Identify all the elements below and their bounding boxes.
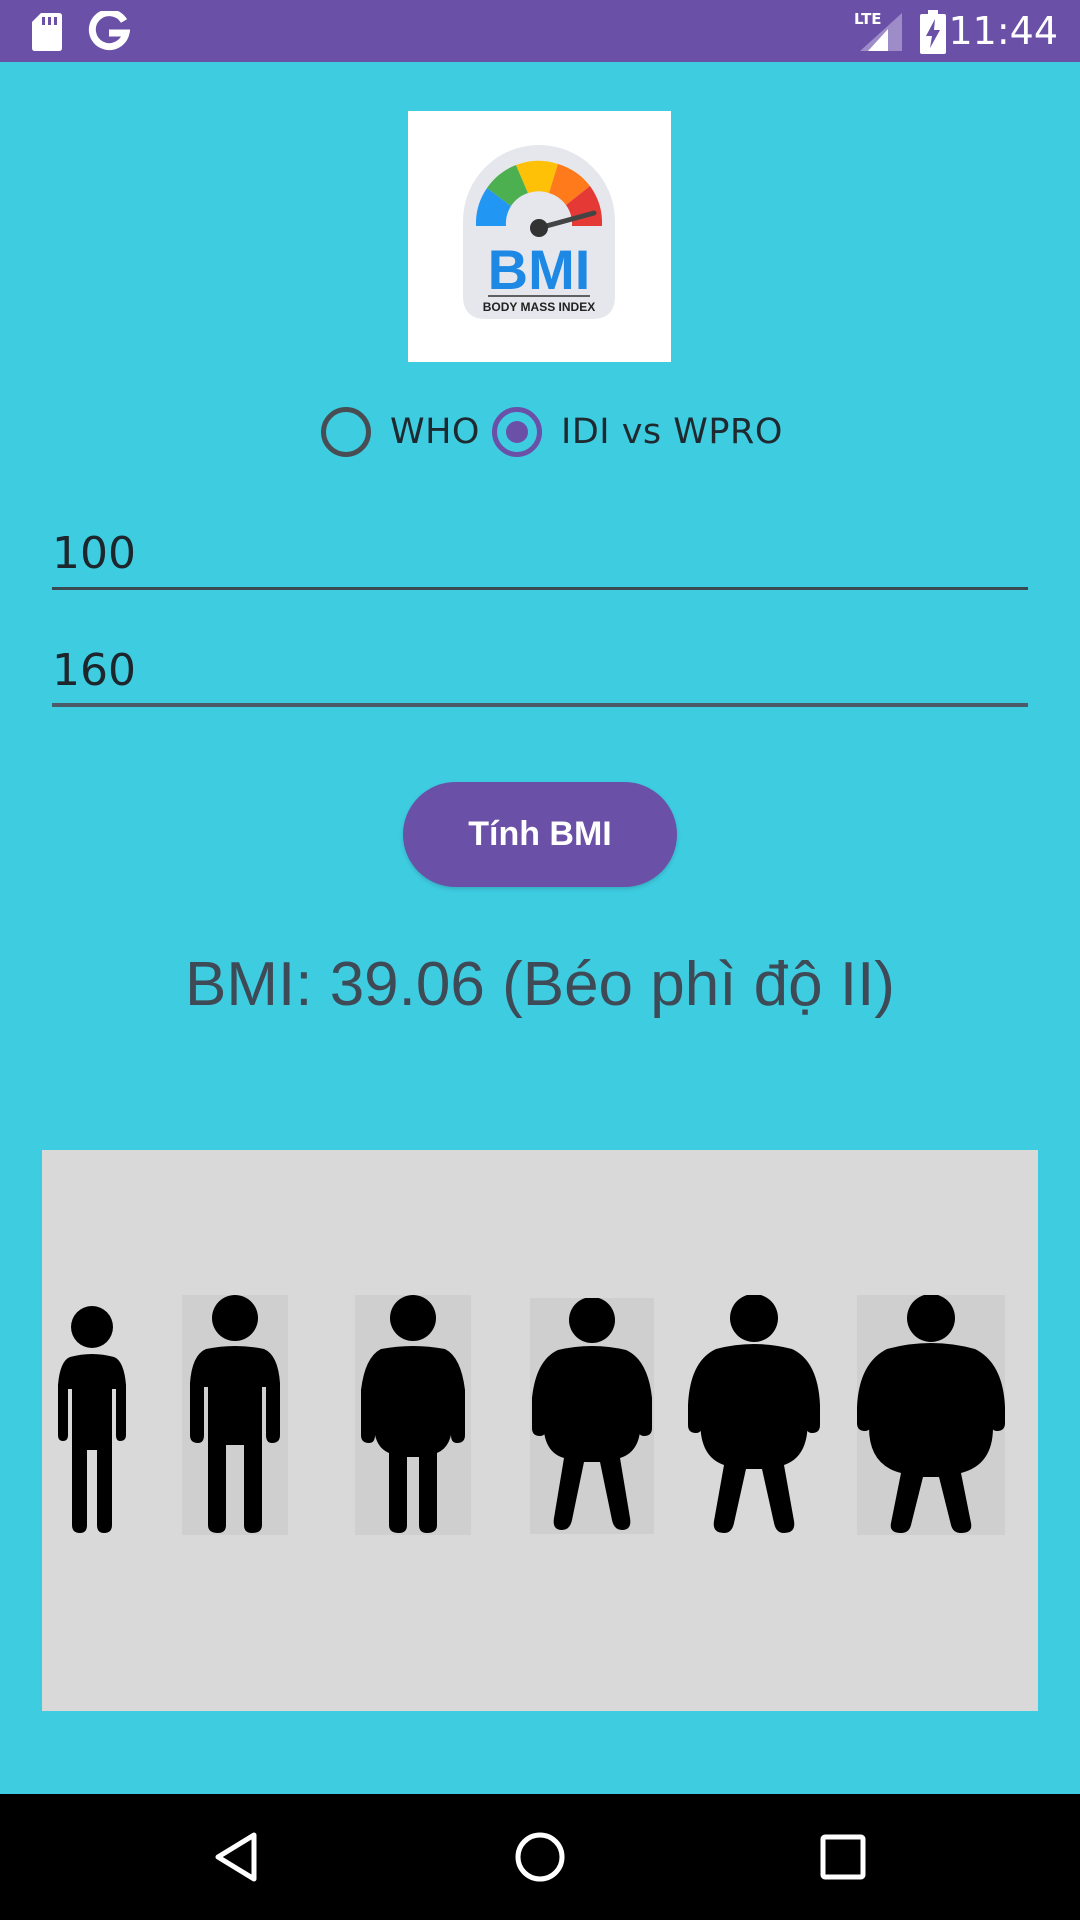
sd-card-icon [32,13,62,51]
bmi-figures-image [42,1150,1038,1711]
bmi-logo: BMI BODY MASS INDEX [408,111,671,362]
radio-idi-wpro[interactable]: IDI vs WPRO [492,403,783,461]
person-overweight-icon [355,1295,471,1535]
height-field[interactable] [52,637,1028,707]
calculate-bmi-button[interactable]: Tính BMI [403,782,677,887]
battery-charging-icon [920,10,946,54]
person-obese-3-icon [857,1295,1005,1535]
status-bar: LTE 11:44 [0,0,1080,62]
person-obese-1-icon [530,1298,654,1534]
radio-who[interactable]: WHO [321,403,480,461]
signal-icon [860,13,902,51]
back-icon[interactable] [212,1831,260,1883]
person-normal-icon [182,1295,288,1535]
home-icon[interactable] [514,1831,566,1883]
weight-input[interactable] [52,520,1028,587]
radio-idi-wpro-circle[interactable] [492,407,542,457]
logo-title: BMI [488,238,591,301]
radio-who-label: WHO [390,412,480,452]
person-obese-2-icon [688,1295,820,1533]
weight-field[interactable] [52,520,1028,590]
radio-who-circle[interactable] [321,407,371,457]
recents-icon[interactable] [820,1834,866,1880]
bmi-result: BMI: 39.06 (Béo phì độ II) [185,950,895,1019]
nav-recents-button[interactable] [783,1794,903,1920]
nav-home-button[interactable] [480,1794,600,1920]
nav-back-button[interactable] [176,1794,296,1920]
height-input[interactable] [52,637,1028,703]
google-icon [88,11,130,51]
navigation-bar [0,1794,1080,1920]
status-time: 11:44 [948,9,1058,53]
logo-subtitle: BODY MASS INDEX [483,300,595,314]
bmi-gauge-icon: BMI BODY MASS INDEX [463,145,615,319]
person-underweight-icon [58,1306,126,1533]
radio-idi-wpro-label: IDI vs WPRO [561,412,783,452]
